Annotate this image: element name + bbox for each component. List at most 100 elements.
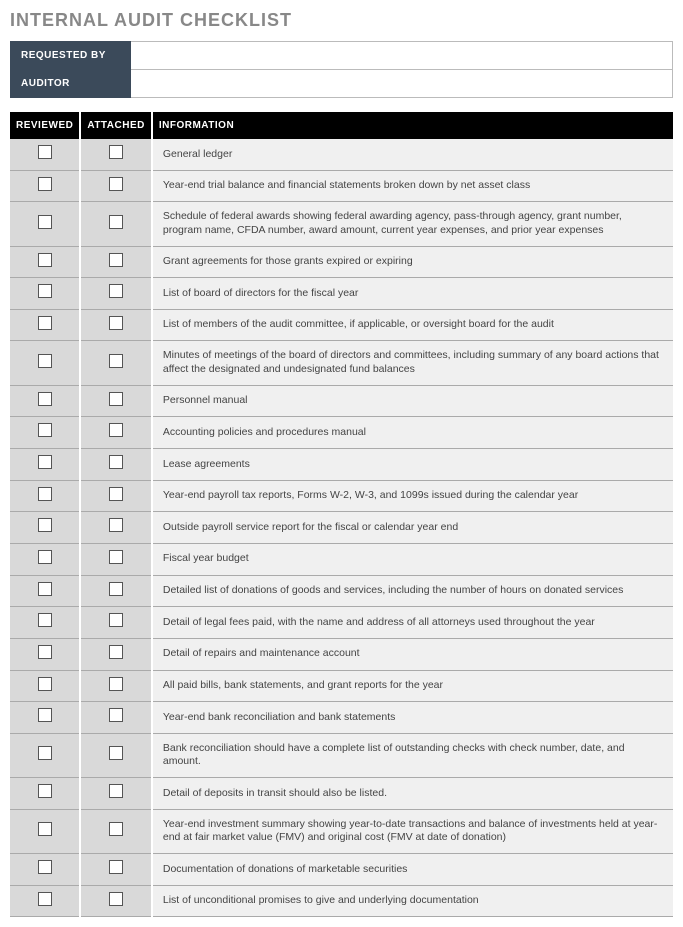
attached-checkbox[interactable] [109, 177, 123, 191]
reviewed-cell [10, 733, 80, 777]
attached-checkbox[interactable] [109, 645, 123, 659]
meta-table: REQUESTED BY AUDITOR [10, 41, 673, 98]
reviewed-checkbox[interactable] [38, 613, 52, 627]
attached-checkbox[interactable] [109, 613, 123, 627]
attached-checkbox[interactable] [109, 354, 123, 368]
attached-checkbox[interactable] [109, 550, 123, 564]
attached-cell [80, 278, 152, 310]
reviewed-checkbox[interactable] [38, 582, 52, 596]
reviewed-checkbox[interactable] [38, 518, 52, 532]
table-row: Detail of repairs and maintenance accoun… [10, 638, 673, 670]
reviewed-cell [10, 278, 80, 310]
information-cell: List of board of directors for the fisca… [152, 278, 673, 310]
reviewed-checkbox[interactable] [38, 550, 52, 564]
information-cell: Accounting policies and procedures manua… [152, 417, 673, 449]
attached-cell [80, 885, 152, 917]
reviewed-checkbox[interactable] [38, 645, 52, 659]
attached-cell [80, 575, 152, 607]
auditor-input[interactable] [131, 72, 672, 96]
reviewed-checkbox[interactable] [38, 822, 52, 836]
reviewed-cell [10, 670, 80, 702]
reviewed-checkbox[interactable] [38, 284, 52, 298]
attached-cell [80, 341, 152, 385]
reviewed-checkbox[interactable] [38, 423, 52, 437]
reviewed-checkbox[interactable] [38, 253, 52, 267]
reviewed-checkbox[interactable] [38, 455, 52, 469]
table-row: Grant agreements for those grants expire… [10, 246, 673, 278]
requested-by-cell [131, 42, 673, 70]
table-row: Fiscal year budget [10, 543, 673, 575]
attached-checkbox[interactable] [109, 316, 123, 330]
attached-cell [80, 139, 152, 170]
table-row: Detailed list of donations of goods and … [10, 575, 673, 607]
table-row: Bank reconciliation should have a comple… [10, 733, 673, 777]
information-cell: Year-end investment summary showing year… [152, 809, 673, 853]
reviewed-cell [10, 246, 80, 278]
table-row: Personnel manual [10, 385, 673, 417]
information-cell: All paid bills, bank statements, and gra… [152, 670, 673, 702]
reviewed-cell [10, 543, 80, 575]
attached-checkbox[interactable] [109, 423, 123, 437]
information-cell: Lease agreements [152, 449, 673, 481]
reviewed-checkbox[interactable] [38, 746, 52, 760]
information-cell: Detail of repairs and maintenance accoun… [152, 638, 673, 670]
information-cell: Year-end bank reconciliation and bank st… [152, 702, 673, 734]
reviewed-cell [10, 202, 80, 246]
information-cell: Schedule of federal awards showing feder… [152, 202, 673, 246]
requested-by-input[interactable] [131, 44, 672, 68]
reviewed-checkbox[interactable] [38, 177, 52, 191]
attached-checkbox[interactable] [109, 145, 123, 159]
attached-cell [80, 543, 152, 575]
reviewed-cell [10, 139, 80, 170]
attached-cell [80, 202, 152, 246]
reviewed-checkbox[interactable] [38, 354, 52, 368]
reviewed-cell [10, 575, 80, 607]
reviewed-checkbox[interactable] [38, 860, 52, 874]
attached-checkbox[interactable] [109, 487, 123, 501]
reviewed-checkbox[interactable] [38, 708, 52, 722]
reviewed-cell [10, 449, 80, 481]
attached-checkbox[interactable] [109, 892, 123, 906]
reviewed-checkbox[interactable] [38, 316, 52, 330]
information-cell: Fiscal year budget [152, 543, 673, 575]
attached-checkbox[interactable] [109, 860, 123, 874]
attached-checkbox[interactable] [109, 746, 123, 760]
information-cell: Detail of legal fees paid, with the name… [152, 607, 673, 639]
reviewed-cell [10, 341, 80, 385]
attached-checkbox[interactable] [109, 392, 123, 406]
reviewed-cell [10, 607, 80, 639]
reviewed-checkbox[interactable] [38, 784, 52, 798]
reviewed-cell [10, 170, 80, 202]
attached-checkbox[interactable] [109, 822, 123, 836]
table-row: Year-end bank reconciliation and bank st… [10, 702, 673, 734]
reviewed-cell [10, 417, 80, 449]
reviewed-checkbox[interactable] [38, 892, 52, 906]
information-cell: Personnel manual [152, 385, 673, 417]
table-row: Documentation of donations of marketable… [10, 854, 673, 886]
attached-cell [80, 449, 152, 481]
table-row: Detail of legal fees paid, with the name… [10, 607, 673, 639]
reviewed-checkbox[interactable] [38, 145, 52, 159]
attached-checkbox[interactable] [109, 518, 123, 532]
attached-checkbox[interactable] [109, 708, 123, 722]
attached-checkbox[interactable] [109, 284, 123, 298]
reviewed-checkbox[interactable] [38, 677, 52, 691]
attached-checkbox[interactable] [109, 784, 123, 798]
attached-checkbox[interactable] [109, 253, 123, 267]
reviewed-checkbox[interactable] [38, 392, 52, 406]
attached-checkbox[interactable] [109, 677, 123, 691]
attached-checkbox[interactable] [109, 455, 123, 469]
table-row: Lease agreements [10, 449, 673, 481]
col-header-information: INFORMATION [152, 112, 673, 139]
reviewed-checkbox[interactable] [38, 215, 52, 229]
reviewed-checkbox[interactable] [38, 487, 52, 501]
table-row: Minutes of meetings of the board of dire… [10, 341, 673, 385]
attached-checkbox[interactable] [109, 215, 123, 229]
reviewed-cell [10, 809, 80, 853]
attached-cell [80, 733, 152, 777]
table-row: Year-end payroll tax reports, Forms W-2,… [10, 480, 673, 512]
attached-cell [80, 480, 152, 512]
information-cell: Year-end trial balance and financial sta… [152, 170, 673, 202]
attached-checkbox[interactable] [109, 582, 123, 596]
attached-cell [80, 607, 152, 639]
